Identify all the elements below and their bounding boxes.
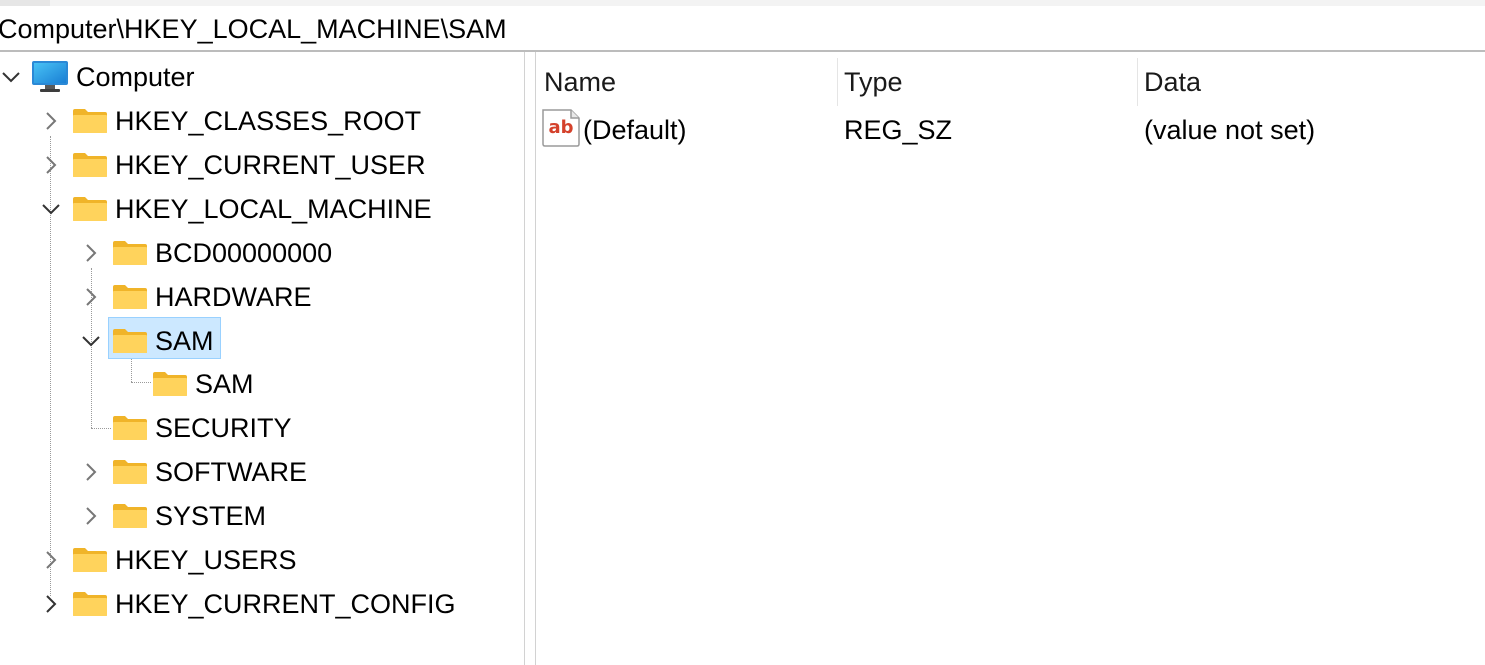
tree-item-hkey-users[interactable]: HKEY_USERS xyxy=(0,540,520,580)
tree-item-hkey-local-machine[interactable]: HKEY_LOCAL_MACHINE xyxy=(0,189,520,229)
chevron-down-icon[interactable] xyxy=(40,198,62,220)
computer-icon xyxy=(32,61,68,92)
chevron-right-icon[interactable] xyxy=(40,154,62,176)
chevron-right-icon[interactable] xyxy=(40,593,62,615)
tree-label: HARDWARE xyxy=(155,282,312,312)
folder-icon xyxy=(113,504,147,528)
value-type: REG_SZ xyxy=(844,115,953,145)
address-bar[interactable]: Computer\HKEY_LOCAL_MACHINE\SAM xyxy=(0,8,1485,50)
values-list-pane[interactable]: Name Type Data ab (Default) REG_SZ (valu… xyxy=(537,52,1485,665)
tree-item-hkey-classes-root[interactable]: HKEY_CLASSES_ROOT xyxy=(0,101,520,141)
folder-icon xyxy=(73,548,107,572)
tree-item-hkey-current-user[interactable]: HKEY_CURRENT_USER xyxy=(0,145,520,185)
tree-item-system[interactable]: SYSTEM xyxy=(0,496,520,536)
chevron-right-icon[interactable] xyxy=(40,549,62,571)
tree-label: HKEY_LOCAL_MACHINE xyxy=(115,194,432,224)
tree-item-hardware[interactable]: HARDWARE xyxy=(0,277,520,317)
chevron-down-icon[interactable] xyxy=(80,330,102,352)
chevron-right-icon[interactable] xyxy=(80,286,102,308)
tree-label: HKEY_CURRENT_USER xyxy=(115,150,426,180)
tree-label: HKEY_CLASSES_ROOT xyxy=(115,106,422,136)
tree-item-computer[interactable]: Computer xyxy=(0,57,520,97)
folder-icon xyxy=(73,153,107,177)
folder-icon xyxy=(113,285,147,309)
value-name: (Default) xyxy=(583,115,687,145)
folder-icon xyxy=(153,372,187,396)
chevron-right-icon[interactable] xyxy=(80,242,102,264)
tree-label: HKEY_CURRENT_CONFIG xyxy=(115,589,456,619)
chevron-right-icon[interactable] xyxy=(80,505,102,527)
address-path[interactable]: Computer\HKEY_LOCAL_MACHINE\SAM xyxy=(0,11,1478,47)
tree-item-hkey-current-config[interactable]: HKEY_CURRENT_CONFIG xyxy=(0,584,520,624)
top-strip-tab xyxy=(0,0,50,6)
registry-editor-window: Computer\HKEY_LOCAL_MACHINE\SAM Computer… xyxy=(0,0,1485,665)
column-header-name[interactable]: Name xyxy=(544,60,616,104)
tree-label: BCD00000000 xyxy=(155,238,333,268)
tree-label: SAM xyxy=(155,326,214,356)
folder-icon xyxy=(73,592,107,616)
tree-label: SOFTWARE xyxy=(155,457,307,487)
tree-label: SECURITY xyxy=(155,413,292,443)
tree-item-sam-child[interactable]: SAM xyxy=(0,364,520,404)
top-strip xyxy=(0,0,1485,6)
tree-item-bcd00000000[interactable]: BCD00000000 xyxy=(0,233,520,273)
tree-label: HKEY_USERS xyxy=(115,545,297,575)
column-header-data[interactable]: Data xyxy=(1144,60,1201,104)
tree-item-security[interactable]: SECURITY xyxy=(0,408,520,448)
svg-text:ab: ab xyxy=(548,117,573,138)
folder-icon xyxy=(73,197,107,221)
pane-splitter[interactable] xyxy=(524,52,536,665)
chevron-right-icon[interactable] xyxy=(40,110,62,132)
column-header-type[interactable]: Type xyxy=(844,60,903,104)
value-data: (value not set) xyxy=(1144,115,1316,145)
folder-icon xyxy=(113,241,147,265)
tree-label: Computer xyxy=(76,62,195,92)
chevron-right-icon[interactable] xyxy=(80,461,102,483)
chevron-down-icon[interactable] xyxy=(0,66,22,88)
folder-icon xyxy=(113,329,147,353)
tree-pane[interactable]: Computer HKEY_CLASSES_ROOT HKEY_CURRENT_… xyxy=(0,52,524,665)
column-separator[interactable] xyxy=(1137,58,1138,106)
tree-label: SAM xyxy=(195,369,254,399)
tree-item-software[interactable]: SOFTWARE xyxy=(0,452,520,492)
column-separator[interactable] xyxy=(837,58,838,106)
folder-icon xyxy=(73,109,107,133)
tree-label: SYSTEM xyxy=(155,501,267,531)
string-value-icon: ab xyxy=(542,109,580,147)
tree-item-sam-selected[interactable]: SAM xyxy=(0,317,520,361)
folder-icon xyxy=(113,460,147,484)
folder-icon xyxy=(113,416,147,440)
